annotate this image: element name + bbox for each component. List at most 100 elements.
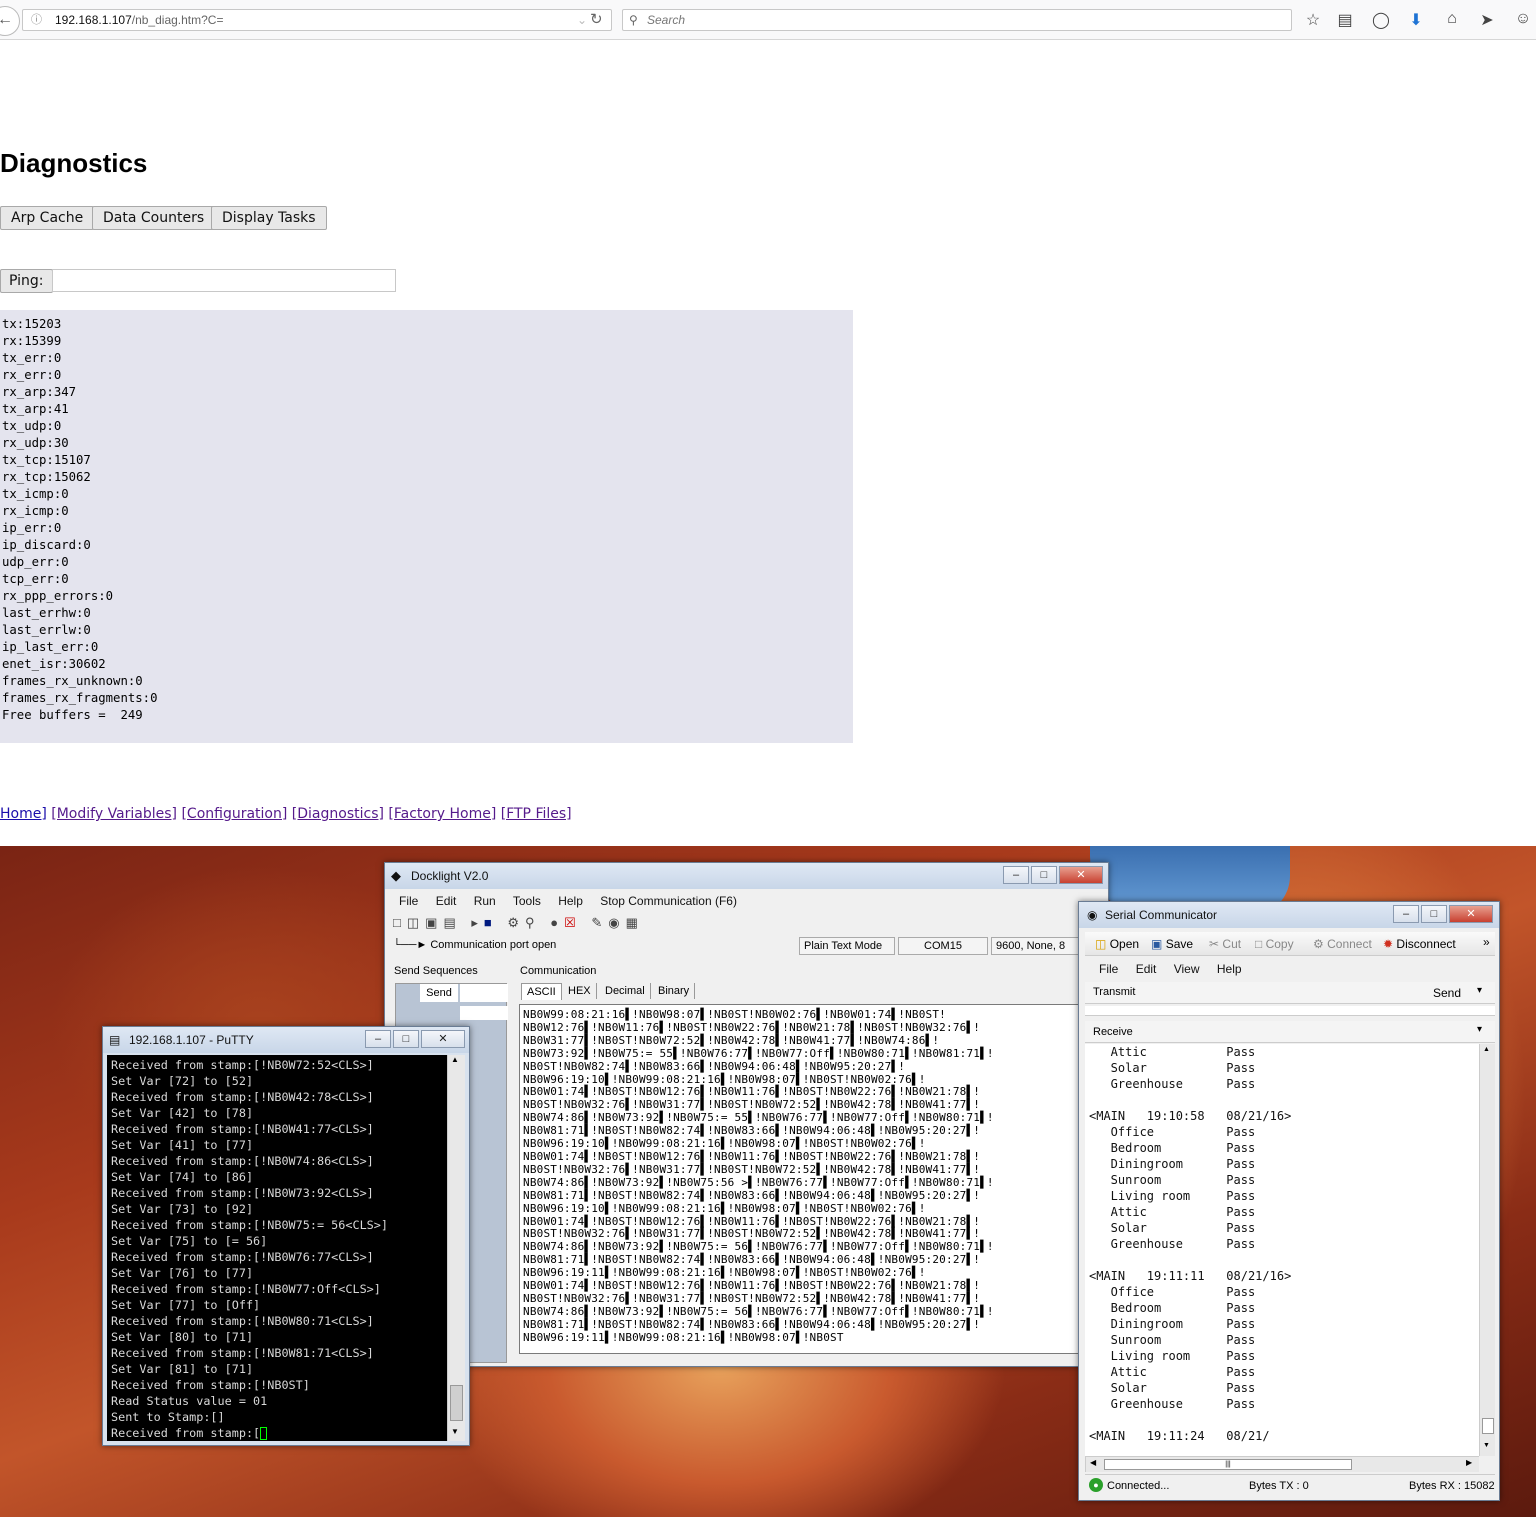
search-box[interactable]: ⚲ Search <box>622 9 1292 31</box>
transmit-input[interactable] <box>1085 1006 1495 1016</box>
edit-icon[interactable]: ✎ <box>591 915 608 930</box>
save-button[interactable]: ▣ Save <box>1151 937 1193 951</box>
terminal-output: Received from stamp:[!NB0W72:52<CLS>] Se… <box>111 1058 388 1440</box>
download-icon[interactable]: ⬇ <box>1405 10 1427 30</box>
docklight-app-icon: ◆ <box>391 868 401 883</box>
scroll-thumb[interactable] <box>1482 1418 1494 1434</box>
sequence-cell[interactable] <box>460 984 508 1002</box>
arp-cache-button[interactable]: Arp Cache <box>0 206 95 230</box>
nav-link-modify-variables[interactable]: [Modify Variables] <box>51 806 177 822</box>
receive-horizontal-scrollbar[interactable]: ◀ ||| ▶ <box>1085 1456 1479 1472</box>
docklight-titlebar[interactable]: ◆ Docklight V2.0 <box>385 863 1108 889</box>
nav-link-configuration[interactable]: [Configuration] <box>181 806 287 822</box>
menu-stop-communication[interactable]: Stop Communication (F6) <box>600 894 737 908</box>
maximize-button[interactable]: □ <box>1031 866 1057 884</box>
reload-icon[interactable]: ↻ <box>590 10 608 28</box>
info-icon[interactable]: ⓘ <box>31 10 42 30</box>
menu-file[interactable]: File <box>399 894 418 908</box>
putty-terminal[interactable]: Received from stamp:[!NB0W72:52<CLS>] Se… <box>107 1055 447 1441</box>
play-icon[interactable]: ▸ <box>471 915 484 930</box>
nav-link-home[interactable]: Home] <box>0 806 47 822</box>
menu-tools[interactable]: Tools <box>513 894 541 908</box>
menu-run[interactable]: Run <box>474 894 496 908</box>
nav-link-factory-home[interactable]: [Factory Home] <box>388 806 496 822</box>
bookmark-star-icon[interactable]: ☆ <box>1302 10 1324 30</box>
open-button[interactable]: ◫ Open <box>1095 937 1139 951</box>
close-button[interactable]: ✕ <box>1449 905 1493 923</box>
send-button[interactable]: Send <box>1433 986 1461 1000</box>
receive-log[interactable]: Attic Pass Solar Pass Greenhouse Pass <M… <box>1085 1044 1479 1456</box>
snapshot-icon[interactable]: ◉ <box>608 915 625 930</box>
overflow-chevron-icon[interactable]: » <box>1483 935 1490 949</box>
h-scroll-thumb[interactable]: ||| <box>1104 1459 1352 1470</box>
scroll-up-icon[interactable]: ▲ <box>1483 1046 1490 1053</box>
ping-input[interactable] <box>52 269 396 292</box>
serial-communicator-window: ◉ Serial Communicator – □ ✕ ◫ Open ▣ Sav… <box>1078 901 1500 1501</box>
save-icon[interactable]: ▣ <box>425 915 443 930</box>
menu-edit[interactable]: Edit <box>1136 962 1157 976</box>
docklight-title: Docklight V2.0 <box>411 869 489 883</box>
serial-app-icon: ◉ <box>1087 908 1098 922</box>
back-button[interactable]: ← <box>0 6 20 36</box>
communication-log[interactable]: NB0W99:08:21:16▌!NB0W98:07▌!NB0ST!NB0W02… <box>519 1004 1106 1354</box>
tab-hex[interactable]: HEX <box>563 983 597 999</box>
minimize-button[interactable]: – <box>1003 866 1029 884</box>
receive-vertical-scrollbar[interactable]: ▲ ▼ <box>1479 1044 1495 1456</box>
scroll-down-icon[interactable]: ▼ <box>451 1427 459 1436</box>
tab-binary[interactable]: Binary <box>653 983 696 999</box>
menu-edit[interactable]: Edit <box>436 894 457 908</box>
open-folder-icon[interactable]: ◫ <box>407 915 425 930</box>
pocket-icon[interactable]: ◯ <box>1370 10 1392 30</box>
maximize-button[interactable]: □ <box>393 1030 419 1048</box>
copy-button[interactable]: □ Copy <box>1255 937 1294 951</box>
tab-decimal[interactable]: Decimal <box>600 983 651 999</box>
scroll-left-icon[interactable]: ◀ <box>1090 1458 1096 1467</box>
nav-link-ftp-files[interactable]: [FTP Files] <box>501 806 572 822</box>
display-tasks-button[interactable]: Display Tasks <box>211 206 327 230</box>
home-icon[interactable]: ⌂ <box>1441 10 1463 28</box>
settings-icon[interactable]: ⚙ <box>507 915 525 930</box>
send-icon[interactable]: ➤ <box>1476 10 1498 30</box>
putty-app-icon: ▤ <box>109 1033 121 1047</box>
tab-ascii[interactable]: ASCII <box>521 983 562 1000</box>
disconnect-button[interactable]: ✹ Disconnect <box>1383 937 1456 951</box>
menu-help[interactable]: Help <box>1217 962 1242 976</box>
putty-scrollbar[interactable]: ▲ ▼ <box>447 1055 465 1441</box>
scroll-down-icon[interactable]: ▼ <box>1483 1442 1490 1449</box>
search-icon[interactable]: ⚲ <box>525 915 541 930</box>
chat-icon[interactable]: ☺ <box>1512 10 1534 28</box>
menu-help[interactable]: Help <box>558 894 583 908</box>
send-sequence-button[interactable]: Send <box>420 984 458 1002</box>
minimize-button[interactable]: – <box>1393 905 1419 923</box>
close-button[interactable]: ✕ <box>1059 866 1103 884</box>
maximize-button[interactable]: □ <box>1421 905 1447 923</box>
cut-button[interactable]: ✂ Cut <box>1209 937 1241 951</box>
reading-list-icon[interactable]: ▤ <box>1334 10 1356 30</box>
stop-icon[interactable]: ■ <box>484 915 498 930</box>
scroll-right-icon[interactable]: ▶ <box>1466 1458 1472 1467</box>
docklight-window: ◆ Docklight V2.0 – □ ✕ File Edit Run Too… <box>384 862 1109 1367</box>
new-file-icon[interactable]: □ <box>393 915 407 930</box>
scroll-thumb[interactable] <box>450 1385 463 1421</box>
ping-button[interactable]: Ping: <box>0 269 53 293</box>
url-bar[interactable]: ⓘ 192.168.1.107/nb_diag.htm?C= ⌄ <box>22 9 612 31</box>
close-button[interactable]: ✕ <box>421 1030 465 1048</box>
dropdown-icon[interactable]: ⌄ <box>577 10 587 30</box>
transmit-bar: Transmit Send ▾ <box>1085 982 1495 1004</box>
sequence-cell[interactable] <box>460 1006 508 1020</box>
dropdown-arrow-icon[interactable]: ▾ <box>1477 1024 1482 1035</box>
menu-file[interactable]: File <box>1099 962 1118 976</box>
port-status-text: Communication port open <box>430 939 557 951</box>
dropdown-arrow-icon[interactable]: ▾ <box>1477 985 1482 996</box>
data-counters-button[interactable]: Data Counters <box>92 206 216 230</box>
binoculars-icon[interactable]: ● <box>550 915 564 930</box>
connect-button[interactable]: ⚙ Connect <box>1313 937 1372 951</box>
nav-link-diagnostics[interactable]: [Diagnostics] <box>292 806 384 822</box>
scroll-up-icon[interactable]: ▲ <box>451 1055 459 1064</box>
minimize-button[interactable]: – <box>365 1030 391 1048</box>
menu-view[interactable]: View <box>1174 962 1200 976</box>
print-icon[interactable]: ▤ <box>443 915 461 930</box>
keyboard-icon[interactable]: ▦ <box>626 915 644 930</box>
clear-icon[interactable]: ☒ <box>564 915 582 930</box>
serial-title: Serial Communicator <box>1105 908 1218 922</box>
